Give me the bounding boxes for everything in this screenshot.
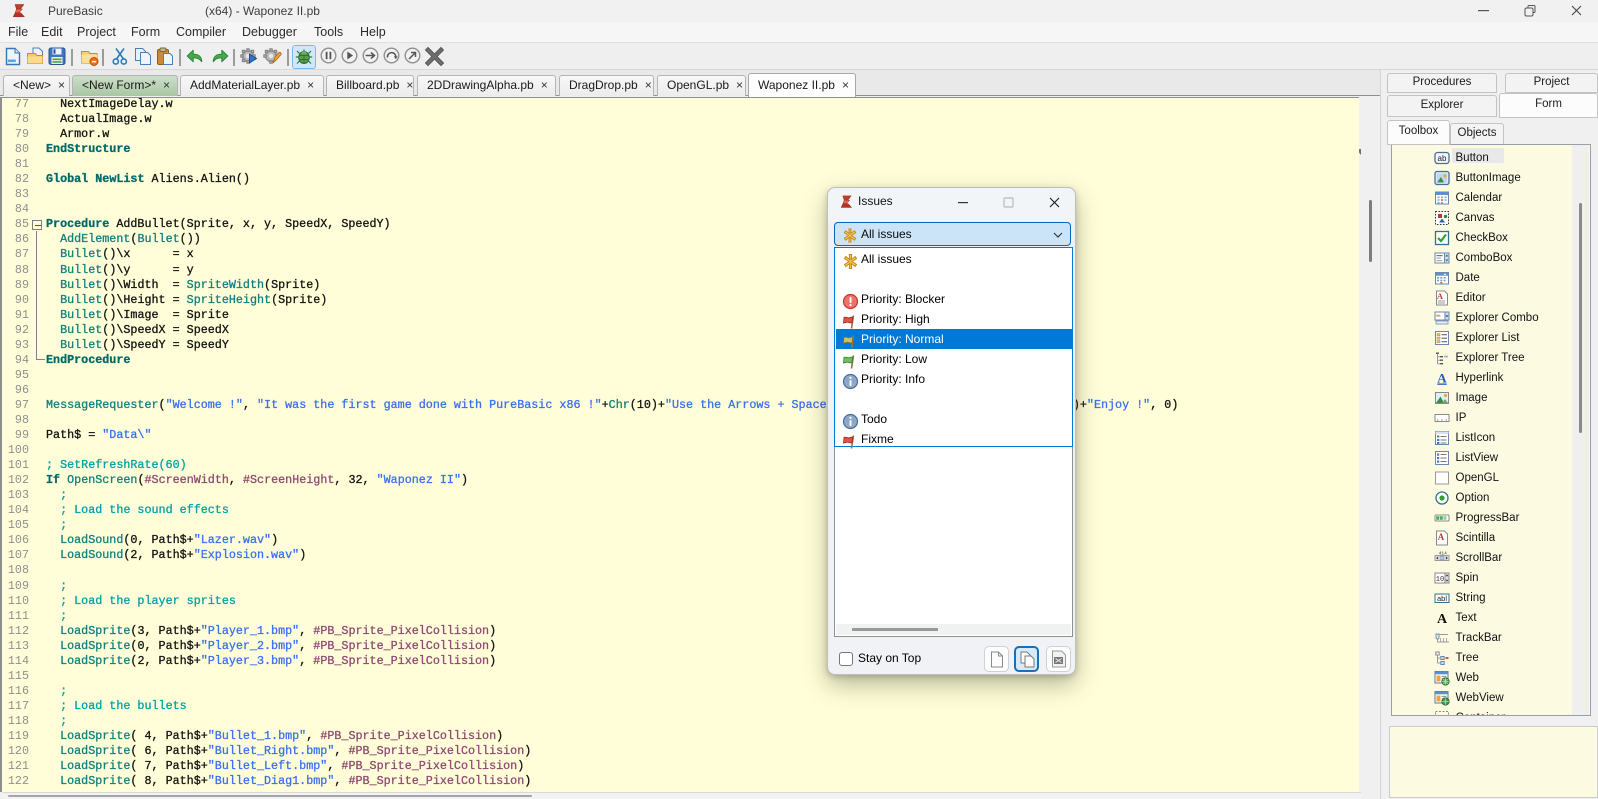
svg-text:10: 10 (1435, 576, 1443, 584)
svg-text:ab: ab (1437, 154, 1446, 163)
svg-text:A: A (1436, 612, 1447, 626)
svg-text:A: A (1437, 532, 1444, 542)
svg-text:A: A (1437, 371, 1447, 386)
svg-text:A: A (1436, 291, 1443, 301)
svg-text:abl: abl (1436, 594, 1446, 603)
svg-text:414: 414 (1438, 551, 1446, 557)
svg-text:...: ... (1435, 416, 1448, 424)
